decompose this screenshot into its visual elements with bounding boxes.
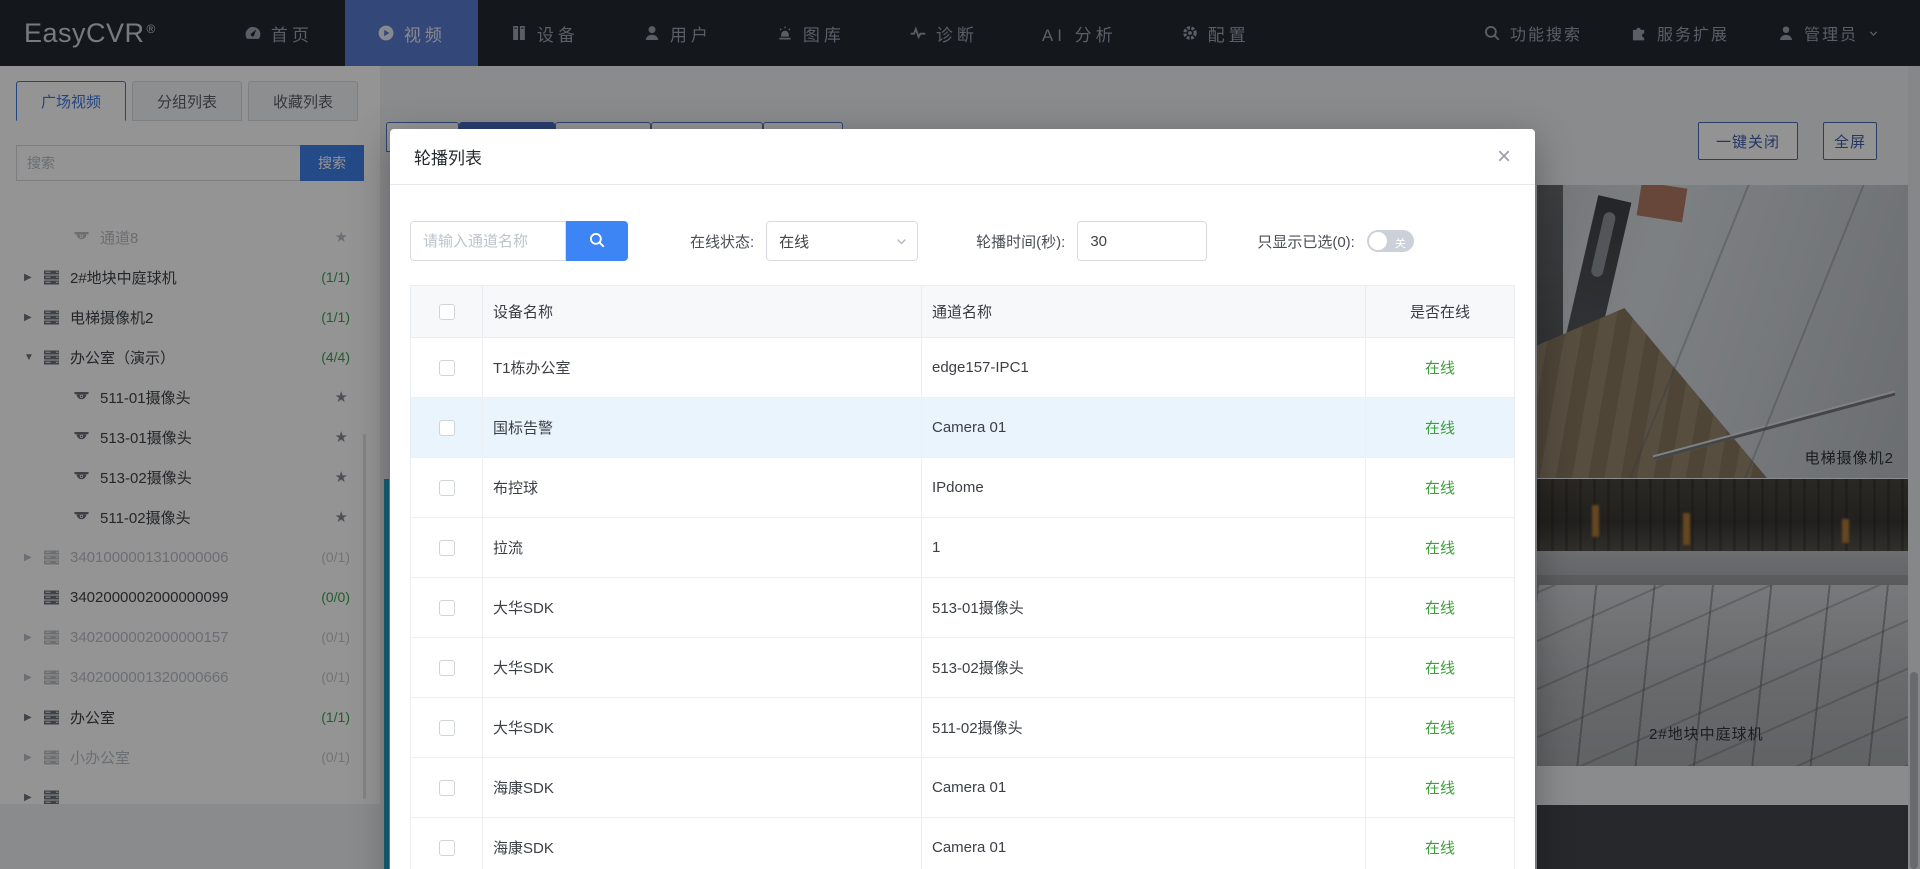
chevron-down-icon [894,234,909,249]
header-channel-name: 通道名称 [922,286,1366,337]
channel-name-cell: Camera 01 [922,818,1366,869]
device-name-cell: 大华SDK [483,638,922,697]
row-checkbox[interactable] [438,539,455,556]
search-icon [588,231,606,252]
online-status-cell: 在线 [1424,360,1455,377]
row-checkbox[interactable] [438,779,455,796]
online-status-value: 在线 [779,233,810,251]
channel-name-cell: 1 [922,518,1366,577]
toggle-off-label: 关 [1394,237,1406,250]
select-all-checkbox[interactable] [438,303,455,320]
filter-row: 在线状态: 在线 轮播时间(秒): 只显示已选(0): 关 [410,221,1515,261]
device-name-cell: 海康SDK [483,818,922,869]
online-status-cell: 在线 [1424,600,1455,617]
table-row[interactable]: T1栋办公室 edge157-IPC1 在线 [411,338,1514,398]
toggle-knob [1368,232,1387,250]
table-row[interactable]: 大华SDK 511-02摄像头 在线 [411,698,1514,758]
online-status-cell: 在线 [1424,540,1455,557]
selected-only-label: 只显示已选(0): [1257,233,1355,251]
table-row[interactable]: 布控球 IPdome 在线 [411,458,1514,518]
modal-header: 轮播列表 × [390,129,1535,185]
online-status-label: 在线状态: [690,233,755,251]
channel-name-cell: 513-01摄像头 [922,578,1366,637]
online-status-cell: 在线 [1424,840,1455,857]
channel-table: 设备名称 通道名称 是否在线 T1栋办公室 edge157-IPC1 在线 国标… [410,285,1515,869]
modal-body: 在线状态: 在线 轮播时间(秒): 只显示已选(0): 关 设备名称 通道名称 … [390,185,1535,869]
table-row[interactable]: 大华SDK 513-01摄像头 在线 [411,578,1514,638]
row-checkbox[interactable] [438,479,455,496]
channel-name-cell: IPdome [922,458,1366,517]
header-device-name: 设备名称 [483,286,922,337]
table-row[interactable]: 国标告警 Camera 01 在线 [411,398,1514,458]
channel-name-cell: 513-02摄像头 [922,638,1366,697]
close-icon[interactable]: × [1497,144,1511,169]
channel-search-input[interactable] [410,221,566,261]
selected-only-toggle[interactable]: 关 [1366,230,1414,252]
channel-name-cell: Camera 01 [922,758,1366,817]
device-name-cell: T1栋办公室 [483,338,922,397]
interval-label: 轮播时间(秒): [976,233,1066,251]
interval-input[interactable] [1077,221,1208,261]
table-header: 设备名称 通道名称 是否在线 [411,286,1514,338]
carousel-list-modal: 轮播列表 × 在线状态: 在线 轮播时间(秒): 只显示已选(0): 关 设备名… [390,129,1535,869]
channel-name-cell: 511-02摄像头 [922,698,1366,757]
device-name-cell: 拉流 [483,518,922,577]
row-checkbox[interactable] [438,659,455,676]
modal-title: 轮播列表 [414,149,482,168]
online-status-cell: 在线 [1424,720,1455,737]
online-status-select[interactable]: 在线 [766,221,919,261]
row-checkbox[interactable] [438,719,455,736]
table-row[interactable]: 海康SDK Camera 01 在线 [411,758,1514,818]
device-name-cell: 大华SDK [483,578,922,637]
row-checkbox[interactable] [438,599,455,616]
device-name-cell: 布控球 [483,458,922,517]
online-status-cell: 在线 [1424,420,1455,437]
online-status-cell: 在线 [1424,660,1455,677]
row-checkbox[interactable] [438,839,455,856]
device-name-cell: 海康SDK [483,758,922,817]
header-online-status: 是否在线 [1409,304,1470,321]
online-status-cell: 在线 [1424,480,1455,497]
table-row[interactable]: 海康SDK Camera 01 在线 [411,818,1514,869]
row-checkbox[interactable] [438,359,455,376]
table-row[interactable]: 拉流 1 在线 [411,518,1514,578]
table-body: T1栋办公室 edge157-IPC1 在线 国标告警 Camera 01 在线… [411,338,1514,869]
channel-search-button[interactable] [566,221,628,261]
online-status-cell: 在线 [1424,780,1455,797]
channel-name-cell: edge157-IPC1 [922,338,1366,397]
channel-name-cell: Camera 01 [922,398,1366,457]
row-checkbox[interactable] [438,419,455,436]
device-name-cell: 国标告警 [483,398,922,457]
device-name-cell: 大华SDK [483,698,922,757]
table-row[interactable]: 大华SDK 513-02摄像头 在线 [411,638,1514,698]
